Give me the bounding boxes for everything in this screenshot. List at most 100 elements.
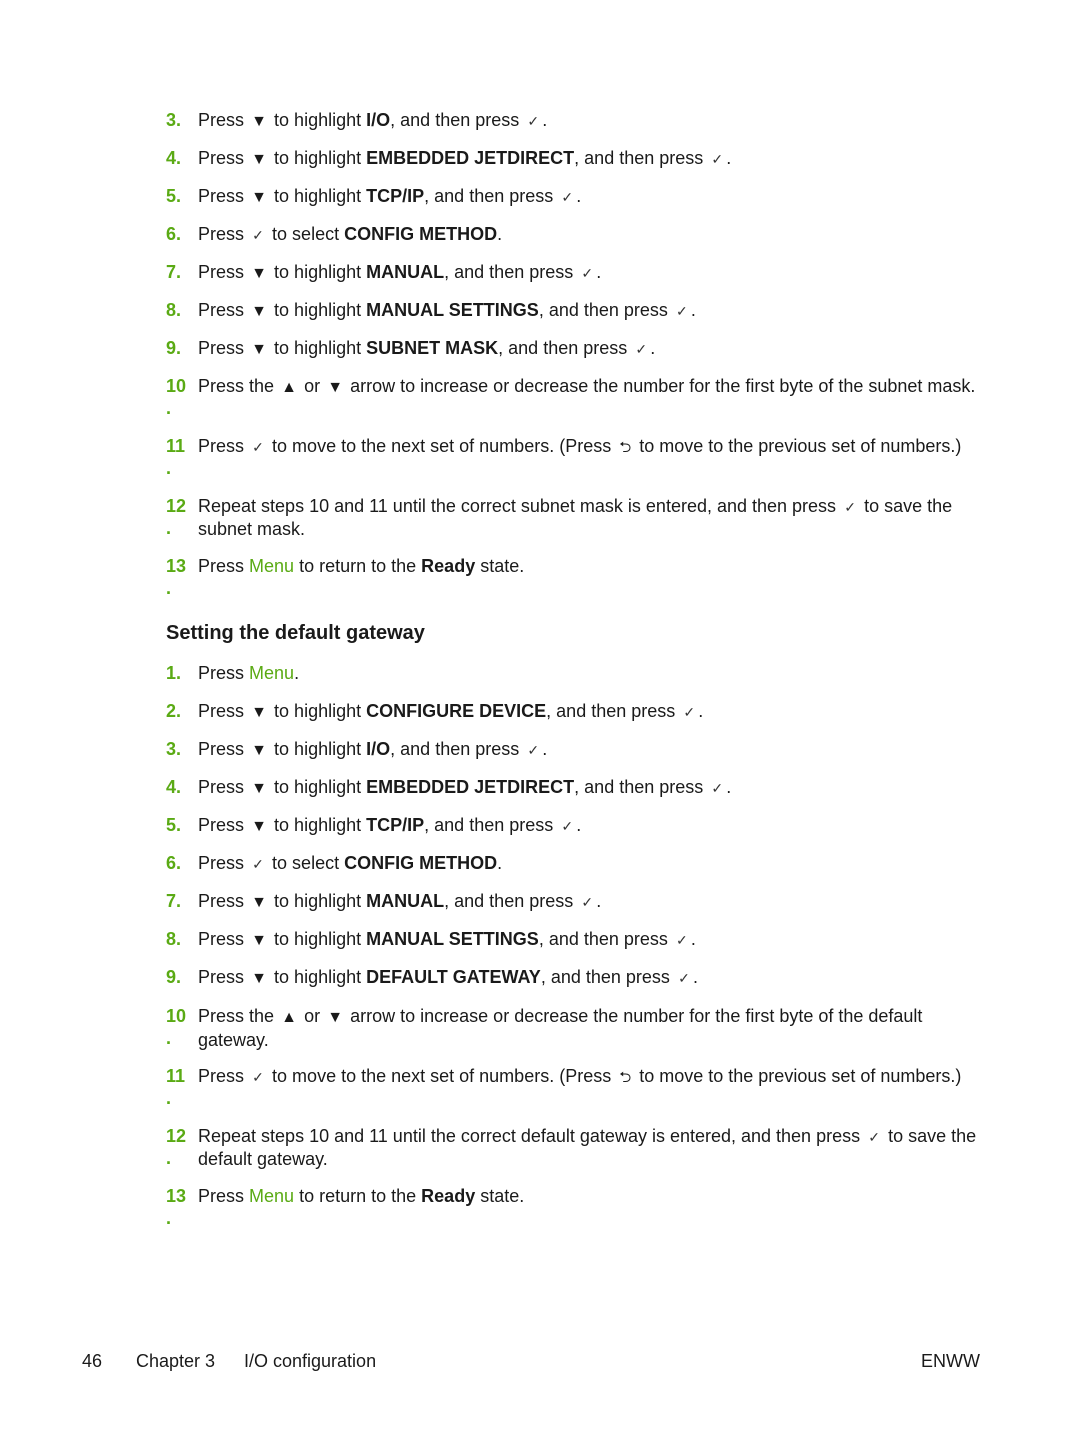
step-number: 10 <box>166 376 187 396</box>
step-text-b: to move to the next set of numbers. (Pre… <box>272 1066 612 1086</box>
step-text: Press the ▲ or ▼ arrow to increase or de… <box>198 1005 996 1051</box>
step-number: 5. <box>166 186 182 206</box>
step-text-a: Press the <box>198 376 275 396</box>
checkmark-icon: ✓ <box>252 856 264 872</box>
step-or: or <box>304 1006 321 1026</box>
list-step: 12. Repeat steps 10 and 11 until the corr… <box>166 1125 996 1170</box>
step-verb: Press <box>198 853 245 873</box>
step-text: Repeat steps 10 and 11 until the correct… <box>198 495 996 540</box>
step-number: 8. <box>166 929 182 949</box>
down-arrow-icon: ▼ <box>251 113 267 130</box>
menu-item-name: I/O <box>366 739 391 759</box>
step-text-a: Repeat steps 10 and 11 until the correct… <box>198 1126 861 1146</box>
step-instruction: to highlight <box>274 777 362 797</box>
step-number-dot: . <box>166 458 172 478</box>
step-number: 9. <box>166 338 182 358</box>
step-verb: Press <box>198 1066 245 1086</box>
step-instruction: , and then press <box>538 300 668 320</box>
step-verb: Press <box>198 663 245 683</box>
list-step: 11. Press ✓ to move to the next set of nu… <box>166 1065 996 1108</box>
step-instruction: , and then press <box>538 929 668 949</box>
down-arrow-icon: ▼ <box>251 151 267 168</box>
step-verb: Press <box>198 929 245 949</box>
step-verb: Press <box>198 262 245 282</box>
menu-item-name: I/O <box>366 110 391 130</box>
punct: . <box>542 110 548 130</box>
step-text: Press Menu to return to the Ready state. <box>198 1185 996 1207</box>
step-number: 11 <box>166 1066 186 1086</box>
menu-item-name: CONFIG METHOD <box>344 224 498 244</box>
step-text-c: to move to the previous set of numbers.) <box>639 436 962 456</box>
list-step: 11. Press ✓ to move to the next set of nu… <box>166 435 996 478</box>
checkmark-icon: ✓ <box>676 303 688 319</box>
list-step: 3. Press ▼ to highlight I/O, and then pre… <box>166 109 996 133</box>
back-arrow-icon: ⮌ <box>619 1069 632 1086</box>
step-instruction: , and then press <box>424 186 554 206</box>
step-instruction: to highlight <box>274 338 362 358</box>
menu-item-name: EMBEDDED JETDIRECT <box>366 148 575 168</box>
step-instruction: to highlight <box>274 262 362 282</box>
state-name: Ready <box>421 556 476 576</box>
step-text-b: to move to the next set of numbers. (Pre… <box>272 436 612 456</box>
step-instruction: , and then press <box>540 967 670 987</box>
step-instruction: , and then press <box>444 891 574 911</box>
step-text: Press ✓ to move to the next set of numbe… <box>198 435 996 459</box>
down-arrow-icon: ▼ <box>251 265 267 282</box>
step-number: 4. <box>166 148 182 168</box>
step-instruction: , and then press <box>498 338 628 358</box>
step-text: Press ▼ to highlight DEFAULT GATEWAY, an… <box>198 966 996 990</box>
list-step: 13. Press Menu to return to the Ready sta… <box>166 555 996 598</box>
step-number-dot: . <box>166 1208 172 1228</box>
step-instruction: , and then press <box>390 110 520 130</box>
step-text: Press ▼ to highlight I/O, and then press… <box>198 109 996 133</box>
step-instruction: to highlight <box>274 186 362 206</box>
down-arrow-icon: ▼ <box>251 704 267 721</box>
section-heading: Setting the default gateway <box>166 622 425 644</box>
punct: . <box>726 777 732 797</box>
menu-item-name: MANUAL <box>366 262 445 282</box>
step-number: 13 <box>166 1186 187 1206</box>
step-text: Press ▼ to highlight EMBEDDED JETDIRECT,… <box>198 776 996 800</box>
checkmark-icon: ✓ <box>527 113 540 129</box>
step-instruction: to highlight <box>274 929 362 949</box>
step-number: 7. <box>166 891 182 911</box>
punct: . <box>497 224 503 244</box>
step-number: 12 <box>166 1126 187 1146</box>
down-arrow-icon: ▼ <box>251 970 267 987</box>
punct: . <box>698 701 704 721</box>
down-arrow-icon: ▼ <box>251 189 267 206</box>
step-text: Press ▼ to highlight MANUAL, and then pr… <box>198 890 996 914</box>
list-step: 6. Press ✓ to select CONFIG METHOD. <box>166 852 996 875</box>
menu-button-name: Menu <box>249 663 295 683</box>
step-verb: Press <box>198 1186 245 1206</box>
step-text-a: Repeat steps 10 and 11 until the correct… <box>198 496 837 516</box>
menu-item-name: TCP/IP <box>366 186 425 206</box>
step-text: Repeat steps 10 and 11 until the correct… <box>198 1125 996 1170</box>
step-verb: Press <box>198 186 245 206</box>
step-text-c: state. <box>480 1186 525 1206</box>
step-verb: Press <box>198 110 245 130</box>
menu-item-name: TCP/IP <box>366 815 425 835</box>
checkmark-icon: ✓ <box>678 970 690 986</box>
list-step: 5. Press ▼ to highlight TCP/IP, and then … <box>166 814 996 838</box>
step-text: Press the ▲ or ▼ arrow to increase or de… <box>198 375 996 399</box>
step-number: 6. <box>166 853 182 873</box>
menu-button-name: Menu <box>249 1186 295 1206</box>
step-text-b: to return to the <box>299 1186 417 1206</box>
step-text: Press ▼ to highlight CONFIGURE DEVICE, a… <box>198 700 996 724</box>
step-number-dot: . <box>166 518 172 538</box>
checkmark-icon: ✓ <box>581 894 594 910</box>
step-number: 4. <box>166 777 182 797</box>
list-step: 8. Press ▼ to highlight MANUAL SETTINGS, … <box>166 928 996 952</box>
down-arrow-icon: ▼ <box>251 818 267 835</box>
punct: . <box>650 338 656 358</box>
list-step: 7. Press ▼ to highlight MANUAL, and then … <box>166 890 996 914</box>
step-text: Press ▼ to highlight TCP/IP, and then pr… <box>198 814 996 838</box>
punct: . <box>576 815 582 835</box>
punct: . <box>542 739 548 759</box>
checkmark-icon: ✓ <box>711 151 724 167</box>
checkmark-icon: ✓ <box>252 1069 264 1085</box>
step-number-dot: . <box>166 1148 172 1168</box>
down-arrow-icon: ▼ <box>251 894 267 911</box>
checkmark-icon: ✓ <box>868 1129 880 1145</box>
